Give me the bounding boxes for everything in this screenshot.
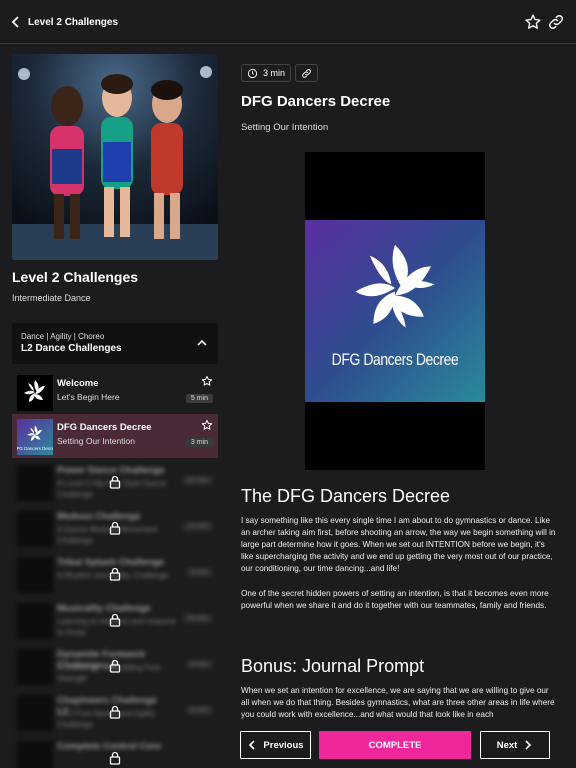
lesson-subtitle: Let's Begin Here (57, 392, 120, 402)
chevron-left-icon (11, 16, 19, 28)
section-title: L2 Dance Challenges (21, 343, 122, 354)
content-paragraph: One of the secret hidden powers of setti… (241, 589, 549, 610)
svg-text:DFG Dancers Decree: DFG Dancers Decree (17, 446, 53, 451)
lesson-duration: 30 min (181, 614, 213, 623)
lesson-duration: 5 min (185, 394, 213, 403)
lesson-thumbnail (17, 649, 53, 685)
previous-label: Previous (263, 739, 304, 751)
section-tags: Dance | Agility | Choreo (21, 332, 105, 341)
lesson-item-dfg-dancers-decree[interactable]: DFG Dancers Decree DFG Dancers Decree Se… (12, 414, 218, 458)
chevron-left-icon (249, 740, 255, 750)
locked-lesson-item[interactable]: Power Dance Challenge A Level 2 Hip Hop S… (12, 461, 218, 507)
locked-lesson-item[interactable]: Musicality Challenge Learning to interpre… (12, 599, 218, 645)
clock-icon (247, 68, 258, 78)
lesson-thumbnail (17, 603, 53, 639)
complete-label: COMPLETE (368, 739, 422, 751)
lesson-title: Welcome (57, 378, 99, 389)
star-icon[interactable] (524, 13, 542, 31)
lock-icon (109, 705, 121, 719)
lesson-thumbnail (17, 511, 53, 547)
lock-icon (109, 567, 121, 581)
course-sidebar: Level 2 Challenges Intermediate Dance Da… (0, 45, 230, 768)
content-paragraph: I say something like this every single t… (241, 516, 556, 573)
next-label: Next (496, 739, 518, 751)
content-heading: The DFG Dancers Decree (241, 486, 451, 506)
video-thumbnail: DFG Dancers Decree (305, 220, 485, 402)
lesson-nav: Previous COMPLETE Next (240, 731, 550, 759)
lock-icon (109, 751, 121, 765)
lesson-duration: 14 min (181, 522, 213, 531)
lesson-heading: DFG Dancers Decree (241, 93, 391, 110)
copy-link-button[interactable] (295, 64, 319, 82)
link-icon[interactable] (547, 13, 565, 31)
lesson-meta: 3 min (241, 64, 319, 82)
chevron-right-icon (525, 740, 532, 750)
video-art-text: DFG Dancers Decree (331, 350, 459, 369)
lesson-thumbnail (17, 375, 53, 411)
locked-lesson-item[interactable]: Complete Control Core (12, 737, 218, 768)
back-button[interactable]: Level 2 Challenges (10, 12, 118, 32)
lesson-duration: 3 min (185, 438, 213, 447)
lock-icon (109, 659, 121, 673)
lock-icon (109, 521, 121, 535)
lock-icon (109, 613, 121, 627)
lesson-item-welcome[interactable]: Welcome Let's Begin Here 5 min (12, 370, 218, 414)
lesson-thumbnail (17, 741, 53, 768)
chevron-up-icon[interactable] (196, 337, 208, 349)
course-title: Level 2 Challenges (12, 269, 139, 285)
course-subtitle: Intermediate Dance (12, 293, 91, 303)
locked-lesson-item[interactable]: Medusa Challenge A Dance Medusa Movement … (12, 507, 218, 553)
link-icon (302, 68, 311, 78)
lesson-subtitle: Setting Our Intention (57, 436, 135, 446)
locked-lesson-item[interactable]: Tribal Splash Challenge A Rhythm and Agil… (12, 553, 218, 599)
lesson-duration: 8 min (185, 706, 213, 715)
content-heading: Bonus: Journal Prompt (241, 656, 425, 676)
next-button[interactable]: Next (480, 731, 550, 759)
lesson-detail: 3 min DFG Dancers Decree Setting Our Int… (230, 45, 576, 768)
locked-lesson-item[interactable]: Chapineers Challenge L2 A L2 Foot Speed a… (12, 691, 218, 737)
section-header[interactable]: Dance | Agility | Choreo L2 Dance Challe… (12, 323, 218, 364)
lesson-thumbnail: DFG Dancers Decree (17, 419, 53, 455)
course-hero-image (12, 54, 218, 260)
previous-button[interactable]: Previous (240, 731, 311, 759)
duration-chip: 3 min (241, 64, 292, 82)
duration-text: 3 min (263, 68, 286, 78)
lesson-thumbnail (17, 465, 53, 501)
lesson-title: DFG Dancers Decree (57, 422, 152, 433)
content-paragraph: When we set an intention for excellence,… (241, 686, 555, 719)
lesson-duration: 10 min (181, 476, 213, 485)
lesson-thumbnail (17, 695, 53, 731)
lesson-duration: 8 min (185, 660, 213, 669)
star-icon[interactable] (201, 375, 213, 387)
back-label: Level 2 Challenges (28, 16, 119, 28)
complete-button[interactable]: COMPLETE (319, 731, 471, 759)
top-bar: Level 2 Challenges (0, 0, 576, 44)
lesson-thumbnail (17, 557, 53, 593)
star-icon[interactable] (201, 419, 213, 431)
locked-lesson-item[interactable]: Dynamite Footwork Challenge L2 A Challeng… (12, 645, 218, 691)
lesson-subheading: Setting Our Intention (241, 122, 329, 133)
lock-icon (109, 475, 121, 489)
lesson-duration: 9 min (185, 568, 213, 577)
video-player[interactable]: DFG Dancers Decree (305, 152, 485, 470)
